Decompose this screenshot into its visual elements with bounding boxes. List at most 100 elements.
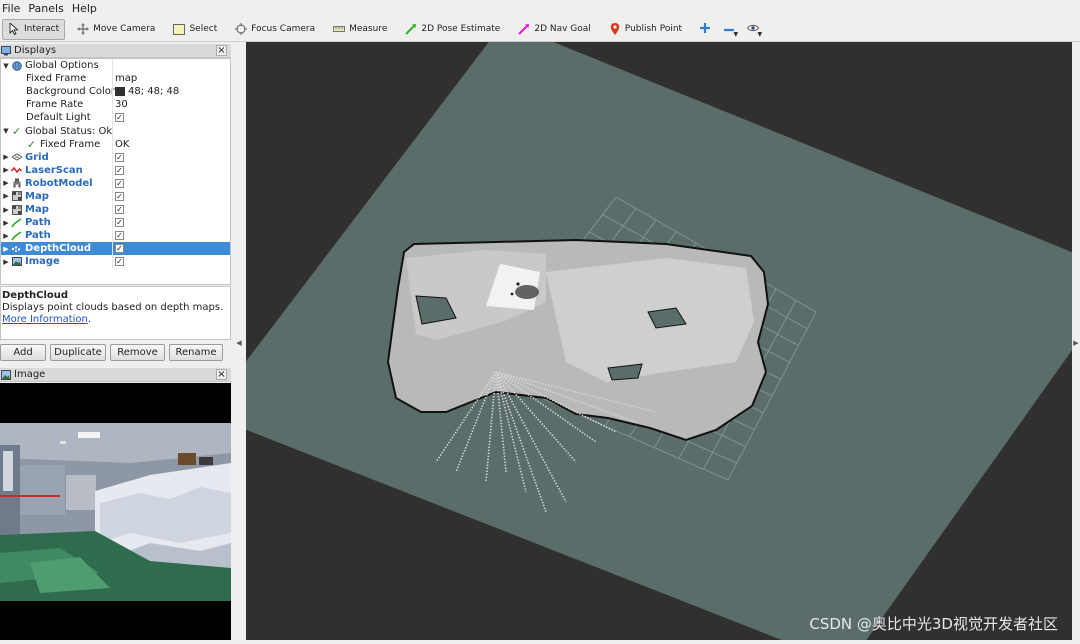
toolbar: Interact Move Camera Select Focus Camera… [0, 17, 1080, 42]
expand-arrow-icon[interactable]: ▼ [1, 127, 11, 135]
collapse-arrow-icon[interactable]: ▶ [1, 206, 11, 214]
add-tool-button[interactable] [694, 19, 716, 40]
display-row-laserscan[interactable]: ▶ LaserScan ✓ [1, 163, 230, 177]
remove-button[interactable]: Remove [110, 344, 165, 361]
background-color-row[interactable]: Background Color 48; 48; 48 [1, 85, 230, 99]
default-light-row[interactable]: Default Light ✓ [1, 111, 230, 125]
map-icon [11, 204, 22, 215]
global-status-row[interactable]: ▼ ✓ Global Status: Ok [1, 124, 230, 138]
status-fixed-frame-row[interactable]: ✓ Fixed Frame OK [1, 137, 230, 151]
publish-point-tool[interactable]: Publish Point [603, 19, 688, 40]
add-button[interactable]: Add [0, 344, 46, 361]
color-swatch [115, 87, 125, 97]
ruler-icon [333, 23, 346, 35]
collapse-arrow-icon[interactable]: ▶ [1, 153, 11, 161]
display-row-map-2[interactable]: ▶ Map ✓ [1, 203, 230, 217]
background-color-label: Background Color [26, 86, 115, 98]
menu-help[interactable]: Help [70, 2, 103, 15]
collapse-arrow-icon[interactable]: ▶ [1, 192, 11, 200]
tool-properties-button[interactable]: ▼ [742, 19, 764, 40]
display-row-path-1[interactable]: ▶ Path ✓ [1, 216, 230, 230]
global-options-label: Global Options [25, 60, 99, 72]
description-text: Displays point clouds based on depth map… [2, 302, 224, 313]
collapse-arrow-icon[interactable]: ▶ [1, 179, 11, 187]
check-icon: ✓ [26, 137, 37, 151]
display-row-robotmodel[interactable]: ▶ RobotModel ✓ [1, 176, 230, 190]
displays-tree: ▼ Global Options Fixed Frame map Backgro… [0, 58, 231, 285]
displays-panel-header: Displays × [0, 44, 231, 58]
default-light-label: Default Light [26, 112, 91, 124]
collapse-arrow-icon[interactable]: ▶ [1, 166, 11, 174]
collapse-arrow-icon[interactable]: ▶ [1, 258, 11, 266]
triangle-right-icon: ▶ [1073, 339, 1079, 347]
nav-goal-label: 2D Nav Goal [534, 24, 591, 34]
check-icon: ✓ [11, 124, 22, 138]
frame-rate-row[interactable]: Frame Rate 30 [1, 98, 230, 112]
close-icon[interactable]: × [216, 45, 227, 56]
laserscan-checkbox[interactable]: ✓ [115, 165, 124, 175]
image-panel-header: Image × [0, 368, 231, 382]
globe-icon [11, 60, 22, 71]
grid-label: Grid [25, 151, 49, 163]
close-icon[interactable]: × [216, 369, 227, 380]
duplicate-button[interactable]: Duplicate [50, 344, 106, 361]
map-checkbox-2[interactable]: ✓ [115, 205, 124, 215]
display-row-grid[interactable]: ▶ Grid ✓ [1, 150, 230, 164]
map-label-2: Map [25, 204, 49, 216]
robotmodel-checkbox[interactable]: ✓ [115, 178, 124, 188]
path-checkbox-1[interactable]: ✓ [115, 218, 124, 228]
pose-estimate-tool[interactable]: 2D Pose Estimate [399, 19, 506, 40]
fixed-frame-value[interactable]: map [115, 73, 137, 84]
expand-arrow-icon[interactable]: ▼ [1, 62, 11, 70]
background-color-value[interactable]: 48; 48; 48 [115, 86, 179, 97]
collapse-arrow-icon[interactable]: ▶ [1, 219, 11, 227]
display-row-map-1[interactable]: ▶ Map ✓ [1, 189, 230, 204]
interact-label: Interact [24, 24, 60, 34]
more-information-link[interactable]: More Information [2, 314, 88, 325]
status-fixed-frame-label: Fixed Frame [40, 138, 101, 150]
collapse-arrow-icon[interactable]: ▶ [1, 232, 11, 240]
select-box-icon [173, 23, 186, 35]
interact-tool[interactable]: Interact [2, 18, 66, 40]
description-title: DepthCloud [2, 290, 69, 301]
measure-label: Measure [349, 24, 388, 34]
global-options-row[interactable]: ▼ Global Options [1, 59, 230, 73]
path-checkbox-2[interactable]: ✓ [115, 231, 124, 241]
image-checkbox[interactable]: ✓ [115, 257, 124, 267]
menu-file[interactable]: File [0, 2, 26, 15]
laserscan-icon [11, 165, 22, 176]
left-splitter-handle[interactable]: ◀ [232, 42, 246, 644]
fixed-frame-row[interactable]: Fixed Frame map [1, 72, 230, 86]
focus-camera-tool[interactable]: Focus Camera [229, 19, 321, 40]
nav-goal-tool[interactable]: 2D Nav Goal [512, 19, 596, 40]
displays-panel-title: Displays [14, 45, 57, 56]
render-3d-view[interactable]: CSDN @奥比中光3D视觉开发者社区 [246, 42, 1072, 640]
display-row-image[interactable]: ▶ Image ✓ [1, 255, 230, 269]
background-color-text: 48; 48; 48 [128, 86, 180, 98]
rename-button[interactable]: Rename [169, 344, 223, 361]
display-row-path-2[interactable]: ▶ Path ✓ [1, 229, 230, 243]
collapse-arrow-icon[interactable]: ▶ [1, 245, 11, 253]
default-light-checkbox[interactable]: ✓ [115, 113, 124, 123]
map-icon [11, 191, 22, 202]
frame-rate-value[interactable]: 30 [115, 99, 128, 110]
rviz-window: File Panels Help Interact Move Camera Se… [0, 0, 1080, 644]
display-row-depthcloud[interactable]: ▶ DepthCloud ✓ [1, 242, 230, 256]
map-checkbox-1[interactable]: ✓ [115, 191, 124, 201]
display-description: DepthCloud Displays point clouds based o… [0, 286, 231, 340]
menu-panels[interactable]: Panels [26, 2, 69, 15]
remove-tool-button[interactable]: ▼ [718, 19, 740, 40]
depthcloud-checkbox[interactable]: ✓ [115, 244, 124, 254]
move-arrows-icon [77, 23, 90, 35]
select-tool[interactable]: Select [167, 19, 223, 40]
grid-checkbox[interactable]: ✓ [115, 152, 124, 162]
image-label: Image [25, 256, 60, 268]
move-camera-tool[interactable]: Move Camera [71, 19, 161, 40]
caret-down-icon: ▼ [733, 30, 739, 38]
path-icon [11, 230, 22, 241]
measure-tool[interactable]: Measure [327, 19, 393, 40]
right-splitter-handle[interactable]: ▶ [1072, 42, 1080, 644]
depthcloud-label: DepthCloud [25, 243, 92, 255]
image-icon [11, 256, 22, 267]
monitor-icon [1, 45, 11, 55]
